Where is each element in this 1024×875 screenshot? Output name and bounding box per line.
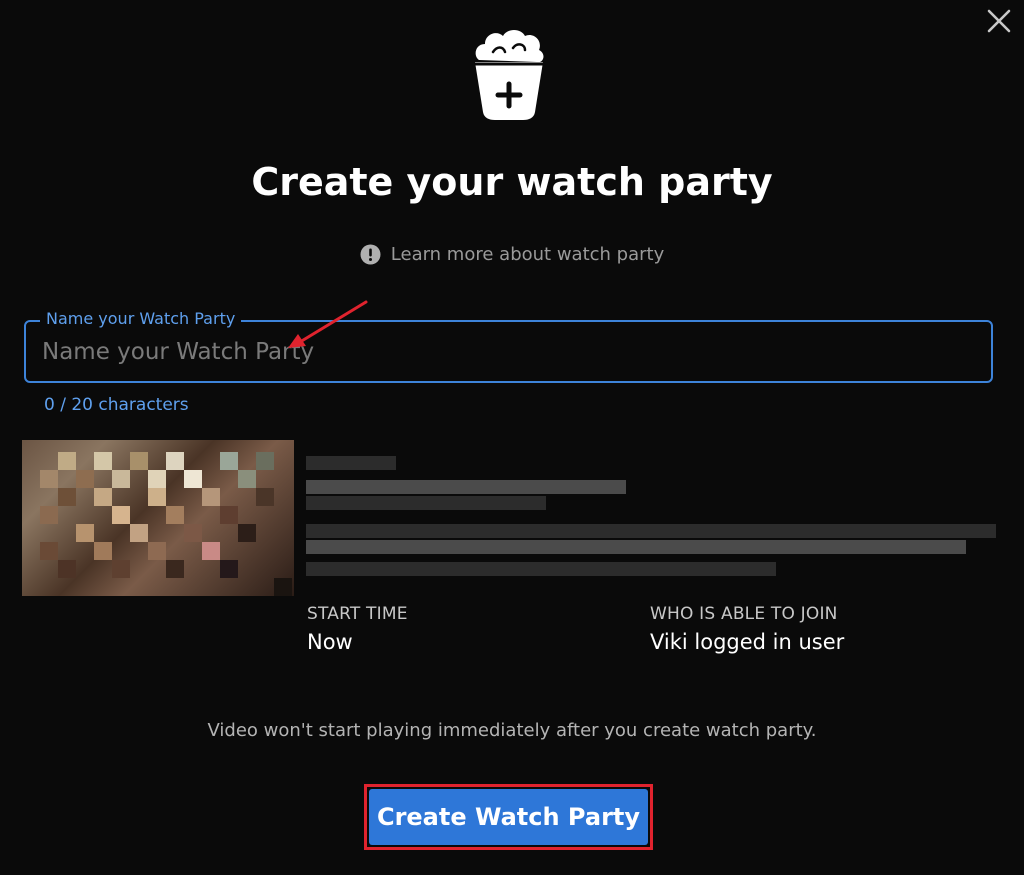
field-label: Name your Watch Party: [40, 309, 242, 328]
create-watch-party-button[interactable]: Create Watch Party: [369, 789, 648, 845]
watch-party-name-input[interactable]: [42, 334, 972, 370]
who-can-join-label: WHO IS ABLE TO JOIN: [650, 604, 838, 624]
learn-more-label: Learn more about watch party: [390, 244, 665, 265]
learn-more-link[interactable]: Learn more about watch party: [0, 244, 1024, 265]
watch-party-name-field: Name your Watch Party: [24, 309, 993, 383]
close-icon[interactable]: [984, 6, 1014, 36]
watch-party-dialog: Create your watch party Learn more about…: [0, 0, 1024, 875]
exclamation-circle-icon: [360, 244, 381, 265]
character-counter: 0 / 20 characters: [44, 395, 189, 415]
playback-notice: Video won't start playing immediately af…: [207, 720, 817, 741]
dialog-title: Create your watch party: [251, 160, 773, 204]
popcorn-bucket-plus-icon: [475, 30, 544, 120]
who-can-join-value: Viki logged in user: [650, 630, 845, 654]
start-time-value: Now: [307, 630, 353, 654]
start-time-label: START TIME: [307, 604, 408, 624]
video-thumbnail: [22, 440, 294, 596]
